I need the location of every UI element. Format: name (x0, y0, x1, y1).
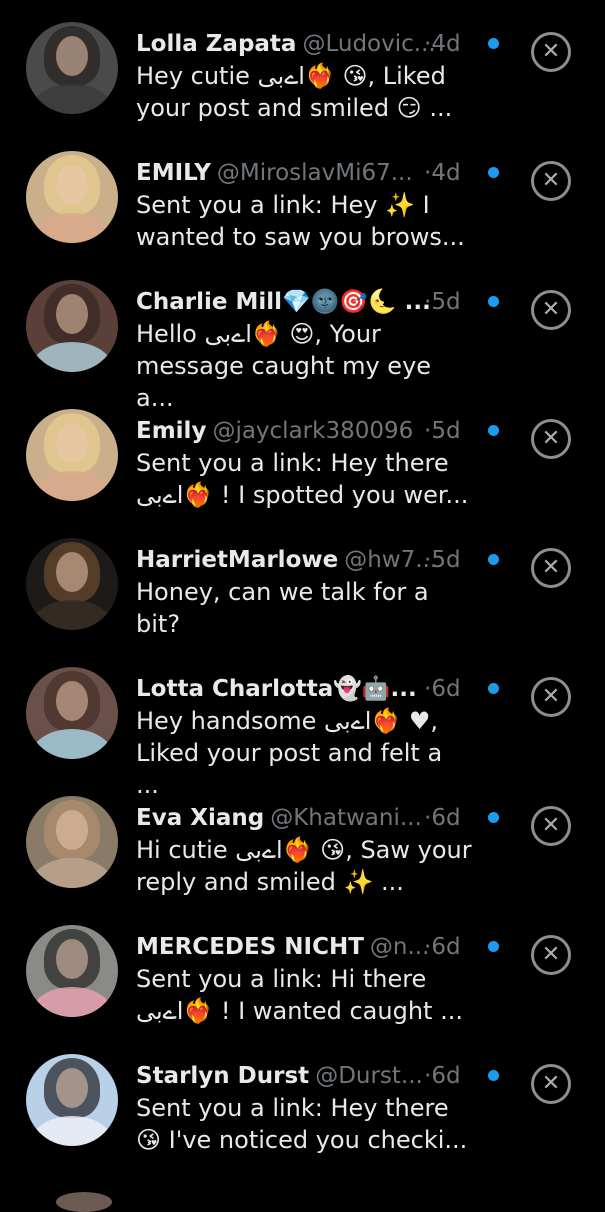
unread-dot-icon (488, 812, 499, 823)
close-circle-icon[interactable]: ✕ (531, 419, 571, 459)
message-age: ·4d (424, 157, 461, 189)
close-circle-icon[interactable]: ✕ (531, 935, 571, 975)
message-preview: Hi cutie اےبی❤️‍🔥 😘, Saw your reply and … (136, 836, 472, 896)
message-preview: Sent you a link: Hey there اےبی❤️‍🔥 ! I … (136, 449, 469, 509)
unread-dot-icon (488, 167, 499, 178)
age-label: 5d (431, 418, 461, 444)
age-label: 6d (431, 934, 461, 960)
close-circle-icon[interactable]: ✕ (531, 290, 571, 330)
message-row[interactable]: HarrietMarlowe @hw7... ·5d Honey, can we ta… (0, 524, 605, 652)
avatar[interactable] (26, 280, 118, 372)
close-circle-icon[interactable]: ✕ (531, 1064, 571, 1104)
next-avatar-partial (56, 1192, 112, 1212)
sender-handle[interactable]: @Khatwani... (270, 805, 422, 831)
avatar-face-shape (56, 165, 88, 205)
sender-name[interactable]: Eva Xiang (136, 805, 264, 831)
message-age: ·5d (424, 544, 461, 576)
avatar[interactable] (26, 1054, 118, 1146)
message-preview: Sent you a link: Hi there اےبی❤️‍🔥 ! I w… (136, 965, 463, 1025)
close-circle-icon[interactable]: ✕ (531, 548, 571, 588)
message-age: ·6d (424, 802, 461, 834)
avatar-body-shape (32, 84, 112, 114)
message-preview: Sent you a link: Hey there 😘 I've notice… (136, 1094, 468, 1154)
avatar-body-shape (32, 1116, 112, 1146)
age-label: 6d (431, 805, 461, 831)
age-label: 5d (431, 547, 461, 573)
close-circle-icon[interactable]: ✕ (531, 677, 571, 717)
unread-dot-icon (488, 1070, 499, 1081)
avatar[interactable] (26, 22, 118, 114)
sender-name[interactable]: Emily (136, 418, 206, 444)
sender-name[interactable]: Lotta Charlotta👻🤖... (136, 676, 417, 702)
avatar-body-shape (32, 858, 112, 888)
avatar-face-shape (56, 294, 88, 334)
close-circle-icon[interactable]: ✕ (531, 806, 571, 846)
avatar[interactable] (26, 151, 118, 243)
sender-name[interactable]: HarrietMarlowe (136, 547, 338, 573)
unread-dot-icon (488, 941, 499, 952)
sender-handle[interactable]: @Durst... (315, 1063, 423, 1089)
avatar-face-shape (56, 552, 88, 592)
message-age: ·6d (424, 1060, 461, 1092)
avatar-body-shape (32, 342, 112, 372)
avatar-body-shape (32, 987, 112, 1017)
age-label: 6d (431, 1063, 461, 1089)
close-circle-icon[interactable]: ✕ (531, 161, 571, 201)
age-label: 5d (431, 289, 461, 315)
avatar[interactable] (26, 796, 118, 888)
unread-dot-icon (488, 296, 499, 307)
avatar-face-shape (56, 423, 88, 463)
unread-dot-icon (488, 425, 499, 436)
age-label: 6d (431, 676, 461, 702)
close-circle-icon[interactable]: ✕ (531, 32, 571, 72)
avatar-face-shape (56, 939, 88, 979)
message-row[interactable]: Emily @jayclark380096 ·5d Sent you a link: … (0, 395, 605, 523)
sender-name[interactable]: EMILY (136, 160, 211, 186)
message-age: ·6d (424, 673, 461, 705)
message-row[interactable]: Lolla Zapata @Ludovic... ·4d Hey cutie اےبی… (0, 8, 605, 136)
sender-handle[interactable]: @n... (370, 934, 430, 960)
avatar-body-shape (32, 600, 112, 630)
message-row[interactable]: Charlie Mill💎🌚🎯🌜 ... ·5d Hello اےبی❤️‍🔥 😍,… (0, 266, 605, 412)
avatar-face-shape (56, 681, 88, 721)
avatar[interactable] (26, 667, 118, 759)
avatar[interactable] (26, 925, 118, 1017)
sender-name[interactable]: Lolla Zapata (136, 31, 296, 57)
avatar-body-shape (32, 213, 112, 243)
message-row[interactable]: EMILY @MiroslavMi67... ·4d Sent you a link:… (0, 137, 605, 265)
avatar-body-shape (32, 471, 112, 501)
message-age: ·5d (424, 415, 461, 447)
sender-name[interactable]: Charlie Mill💎🌚🎯🌜 ... (136, 289, 431, 315)
age-label: 4d (431, 31, 461, 57)
sender-handle[interactable]: @MiroslavMi67... (217, 160, 413, 186)
message-row[interactable]: Lotta Charlotta👻🤖... ·6d Hey handsome اےبی… (0, 653, 605, 799)
avatar[interactable] (26, 409, 118, 501)
sender-handle[interactable]: @Ludovic... (302, 31, 435, 57)
sender-name[interactable]: MERCEDES NICHT (136, 934, 364, 960)
avatar-face-shape (56, 36, 88, 76)
message-preview: Hey cutie اےبی❤️‍🔥 😘, Liked your post an… (136, 62, 453, 122)
unread-dot-icon (488, 38, 499, 49)
message-preview: Sent you a link: Hey ✨ I wanted to saw y… (136, 191, 465, 251)
avatar-face-shape (56, 1068, 88, 1108)
sender-name[interactable]: Starlyn Durst (136, 1063, 309, 1089)
unread-dot-icon (488, 683, 499, 694)
message-preview: Honey, can we talk for a bit? (136, 578, 429, 638)
message-row[interactable]: Starlyn Durst @Durst... ·6d Sent you a link… (0, 1040, 605, 1168)
message-age: ·4d (424, 28, 461, 60)
message-row[interactable]: MERCEDES NICHT @n... ·6d Sent you a link: H… (0, 911, 605, 1039)
message-age: ·6d (424, 931, 461, 963)
message-age: ·5d (424, 286, 461, 318)
message-row[interactable]: Eva Xiang @Khatwani... ·6d Hi cutie اےبی❤️‍… (0, 782, 605, 910)
age-label: 4d (431, 160, 461, 186)
avatar[interactable] (26, 538, 118, 630)
sender-handle[interactable]: @jayclark380096 (212, 418, 413, 444)
unread-dot-icon (488, 554, 499, 565)
avatar-face-shape (56, 810, 88, 850)
avatar-body-shape (32, 729, 112, 759)
